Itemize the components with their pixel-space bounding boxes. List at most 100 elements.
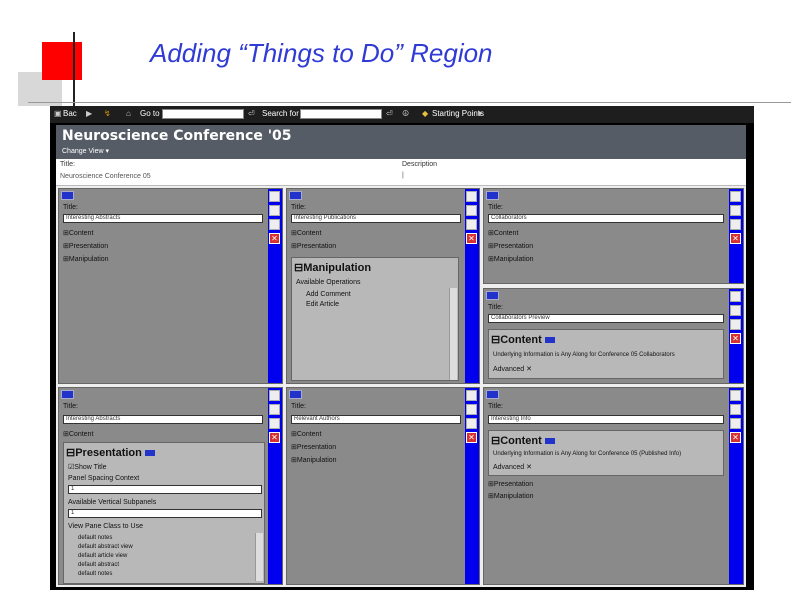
search-go-icon[interactable]: ⏎ — [386, 109, 393, 118]
chevron-down-icon[interactable]: ▾ — [478, 109, 482, 118]
description-label: Description — [402, 161, 438, 168]
maximize-button[interactable] — [466, 390, 477, 401]
manipulation-heading[interactable]: ⊟Manipulation — [294, 261, 371, 274]
expand-presentation[interactable]: ⊞Presentation — [488, 242, 533, 250]
operation-item[interactable]: Add Comment — [306, 291, 351, 298]
back-button[interactable]: Bac — [63, 109, 77, 118]
change-view-button[interactable]: Change View ▾ — [62, 147, 109, 155]
close-button[interactable]: ✕ — [269, 432, 280, 443]
refresh-icon[interactable]: ↯ — [104, 109, 111, 118]
goto-go-icon[interactable]: ⏎ — [248, 109, 255, 118]
close-button[interactable]: ✕ — [730, 333, 741, 344]
restore-button[interactable] — [269, 205, 280, 216]
split-button[interactable] — [466, 418, 477, 429]
restore-button[interactable] — [466, 404, 477, 415]
main-page: Neuroscience Conference '05 Change View … — [56, 125, 746, 587]
panel-title-input[interactable]: Collaborators — [488, 214, 724, 223]
expand-manipulation[interactable]: ⊞Manipulation — [488, 492, 534, 500]
advanced-toggle[interactable]: Advanced ✕ — [493, 463, 532, 471]
content-heading[interactable]: ⊟Content — [491, 333, 555, 346]
content-subpanel: ⊟Content Underlying Information is Any A… — [488, 329, 724, 379]
expand-content[interactable]: ⊞Content — [291, 430, 321, 438]
expand-content[interactable]: ⊞Content — [63, 430, 93, 438]
panel-title-input[interactable]: Interesting Abstracts — [63, 415, 263, 424]
close-button[interactable]: ✕ — [730, 432, 741, 443]
expand-manipulation[interactable]: ⊞Manipulation — [63, 255, 109, 263]
panel-spacing-input[interactable]: 1 — [68, 485, 262, 494]
panel-title-input[interactable]: Interesting Abstracts — [63, 214, 263, 223]
search-label: Search for — [262, 109, 299, 118]
expand-content[interactable]: ⊞Content — [291, 229, 321, 237]
maximize-button[interactable] — [730, 191, 741, 202]
panel-title-input[interactable]: Relevant Authors — [291, 415, 461, 424]
underlying-info-text: Underlying Information is Any Along for … — [493, 352, 675, 358]
split-button[interactable] — [269, 418, 280, 429]
panel-icon — [486, 291, 499, 300]
view-class-option[interactable]: default article view — [78, 553, 127, 559]
title-value[interactable]: Neuroscience Conference 05 — [60, 173, 151, 180]
vertical-scrollbar[interactable] — [255, 533, 263, 581]
split-button[interactable] — [269, 219, 280, 230]
close-button[interactable]: ✕ — [269, 233, 280, 244]
expand-content[interactable]: ⊞Content — [488, 229, 518, 237]
peace-icon[interactable]: ☮ — [402, 109, 409, 118]
maximize-button[interactable] — [730, 390, 741, 401]
panel-relevant-authors: Title: Relevant Authors ⊞Content ⊞Presen… — [286, 387, 480, 585]
panel-title-label: Title: — [63, 204, 78, 211]
show-title-checkbox[interactable]: ☑Show Title — [68, 463, 107, 471]
restore-button[interactable] — [730, 305, 741, 316]
panel-icon — [61, 390, 74, 399]
expand-content[interactable]: ⊞Content — [63, 229, 93, 237]
close-button[interactable]: ✕ — [730, 233, 741, 244]
vertical-subpanels-input[interactable]: 1 — [68, 509, 262, 518]
split-button[interactable] — [730, 219, 741, 230]
maximize-button[interactable] — [269, 390, 280, 401]
presentation-heading[interactable]: ⊟Presentation — [66, 446, 155, 459]
starting-points-menu[interactable]: Starting Points — [432, 109, 484, 118]
forward-icon[interactable]: ▶ — [86, 109, 92, 118]
view-icon — [544, 337, 555, 343]
vertical-scrollbar[interactable] — [449, 288, 457, 380]
goto-input[interactable] — [162, 109, 244, 119]
panel-title-input[interactable]: Interesting Publications — [291, 214, 461, 223]
restore-button[interactable] — [730, 205, 741, 216]
split-button[interactable] — [730, 418, 741, 429]
search-input[interactable] — [300, 109, 382, 119]
split-button[interactable] — [466, 219, 477, 230]
content-subpanel: ⊟Content Underlying Information is Any A… — [488, 430, 724, 476]
close-button[interactable]: ✕ — [466, 432, 477, 443]
operation-item[interactable]: Edit Article — [306, 301, 339, 308]
maximize-button[interactable] — [730, 291, 741, 302]
app-window: ▣ Bac ▶ ↯ ⌂ Go to ⏎ Search for ⏎ ☮ ◆ Sta… — [50, 106, 754, 590]
view-class-option[interactable]: default notes — [78, 571, 112, 577]
split-button[interactable] — [730, 319, 741, 330]
home-icon[interactable]: ⌂ — [126, 109, 131, 118]
view-pane-class-label: View Pane Class to Use — [68, 523, 143, 530]
panel-icon — [289, 390, 302, 399]
restore-button[interactable] — [269, 404, 280, 415]
expand-presentation[interactable]: ⊞Presentation — [291, 443, 336, 451]
view-icon — [544, 438, 555, 444]
maximize-button[interactable] — [269, 191, 280, 202]
view-class-option[interactable]: default abstract — [78, 562, 119, 568]
expand-presentation[interactable]: ⊞Presentation — [291, 242, 336, 250]
panel-title-label: Title: — [291, 403, 306, 410]
panel-title-input[interactable]: Interesting Info — [488, 415, 724, 424]
advanced-toggle[interactable]: Advanced ✕ — [493, 365, 532, 373]
expand-manipulation[interactable]: ⊞Manipulation — [488, 255, 534, 263]
restore-button[interactable] — [730, 404, 741, 415]
close-button[interactable]: ✕ — [466, 233, 477, 244]
expand-presentation[interactable]: ⊞Presentation — [63, 242, 108, 250]
restore-button[interactable] — [466, 205, 477, 216]
panel-spacing-label: Panel Spacing Context — [68, 475, 140, 482]
view-class-option[interactable]: default notes — [78, 535, 112, 541]
description-cursor[interactable]: | — [402, 172, 404, 179]
decorative-red-block — [42, 42, 82, 80]
expand-presentation[interactable]: ⊞Presentation — [488, 480, 533, 488]
view-class-option[interactable]: default abstract view — [78, 544, 133, 550]
maximize-button[interactable] — [466, 191, 477, 202]
expand-manipulation[interactable]: ⊞Manipulation — [291, 456, 337, 464]
panel-title-input[interactable]: Collaborators Preview — [488, 314, 724, 323]
content-heading[interactable]: ⊟Content — [491, 434, 555, 447]
change-view-label: Change View — [62, 148, 104, 155]
